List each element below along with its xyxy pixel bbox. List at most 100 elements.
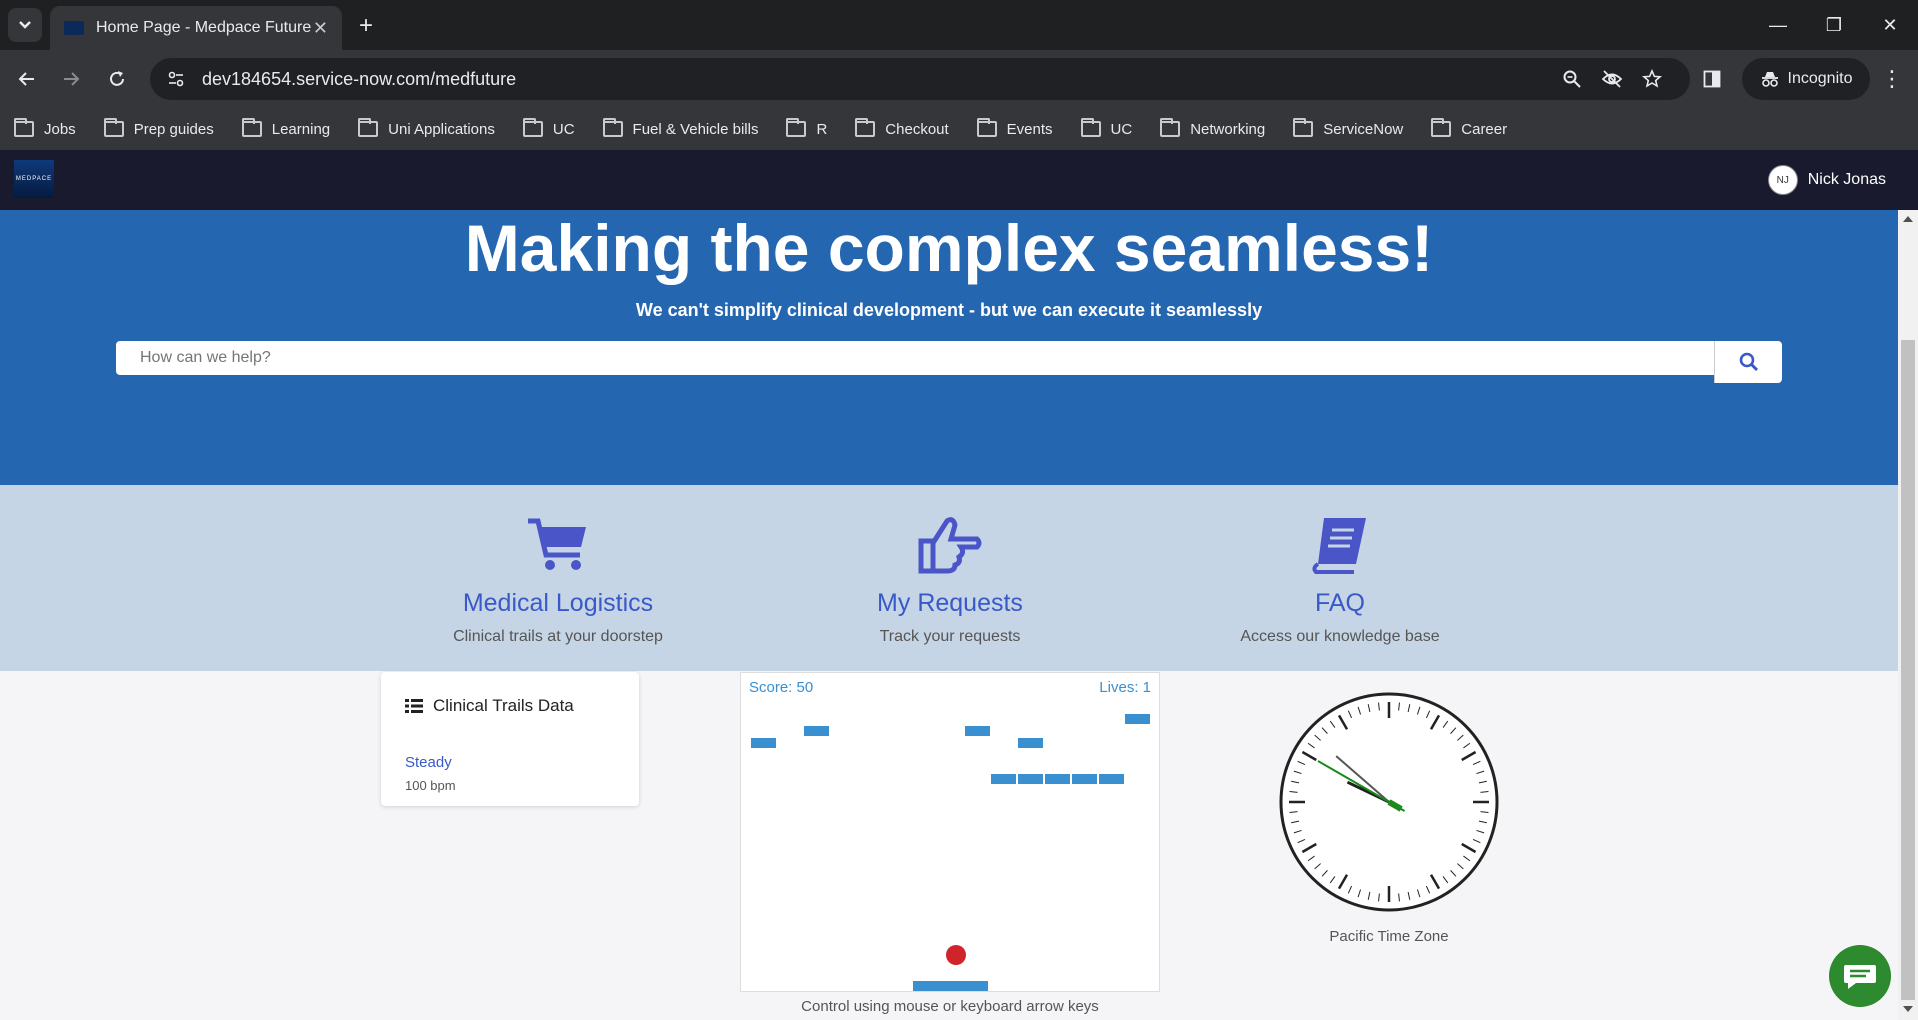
browser-tab-bar: Home Page - Medpace Future ✕ + — ❐ ✕ (0, 0, 1918, 50)
folder-icon (976, 118, 997, 137)
bookmark-item[interactable]: Events (976, 118, 1053, 138)
folder-icon (14, 118, 34, 137)
bookmark-label: Learning (271, 120, 331, 138)
bookmark-item[interactable]: Prep guides (103, 118, 214, 138)
bookmark-label: Career (1461, 120, 1508, 138)
game-brick (804, 726, 829, 736)
folder-icon (241, 118, 262, 137)
browser-tab-active[interactable]: Home Page - Medpace Future ✕ (50, 6, 342, 50)
chat-button[interactable] (1829, 945, 1891, 1007)
scroll-thumb[interactable] (1901, 340, 1915, 1000)
medpace-logo[interactable]: MEDPACE (14, 160, 54, 198)
star-icon[interactable] (1634, 58, 1670, 100)
tab-search-button[interactable] (8, 8, 42, 42)
quick-link-desc: Clinical trails at your doorstep (453, 628, 663, 645)
favicon-icon (64, 21, 84, 35)
hero-subtitle: We can't simplify clinical development -… (635, 300, 1263, 320)
search-bar (116, 341, 1782, 383)
folder-icon (103, 118, 124, 137)
game-instructions: Control using mouse or keyboard arrow ke… (801, 998, 1099, 1015)
reload-icon (110, 71, 124, 86)
restore-button[interactable]: ❐ (1814, 8, 1854, 42)
forward-button[interactable] (52, 60, 90, 98)
bookmark-label: UC (552, 120, 575, 138)
chat-bubble-icon (1844, 965, 1876, 989)
bookmark-label: Events (1006, 120, 1053, 138)
url-text: dev184654.service-now.com/medfuture (202, 68, 517, 89)
reload-button[interactable] (98, 60, 136, 98)
user-name: Nick Jonas (1807, 171, 1886, 188)
search-icon (1739, 352, 1758, 372)
incognito-button[interactable]: Incognito (1742, 58, 1870, 100)
folder-icon (602, 118, 623, 137)
bookmark-item[interactable]: Networking (1160, 118, 1265, 138)
scroll-up-arrow-icon[interactable] (1903, 216, 1913, 222)
bookmark-label: UC (1110, 120, 1133, 138)
folder-icon (1431, 118, 1452, 137)
new-tab-button[interactable]: + (352, 12, 380, 40)
bookmark-item[interactable]: Learning (241, 118, 331, 138)
folder-icon (522, 118, 543, 137)
game-paddle[interactable] (913, 981, 988, 991)
close-window-button[interactable]: ✕ (1870, 8, 1910, 42)
game-brick (751, 738, 776, 748)
bookmark-item[interactable]: UC (1080, 118, 1133, 138)
back-button[interactable] (8, 60, 46, 98)
game-brick (1018, 774, 1043, 784)
user-menu[interactable]: NJ Nick Jonas (1767, 165, 1886, 195)
quick-link-faq[interactable]: FAQ Access our knowledge base (1180, 515, 1500, 646)
site-info-icon[interactable] (164, 67, 188, 91)
search-input[interactable] (116, 341, 1714, 375)
folder-icon (786, 118, 807, 137)
menu-dots-icon[interactable]: ⋮ (1876, 58, 1908, 100)
bookmark-item[interactable]: Career (1431, 118, 1508, 138)
address-bar[interactable]: dev184654.service-now.com/medfuture (150, 58, 1690, 100)
page-title: Making the complex seamless! (464, 211, 1434, 285)
folder-icon (1080, 118, 1101, 137)
scroll-down-arrow-icon[interactable] (1903, 1006, 1913, 1012)
breakout-game[interactable]: Score: 50 Lives: 1 (740, 672, 1160, 992)
bookmark-label: Checkout (885, 120, 949, 138)
tab-title: Home Page - Medpace Future (96, 19, 312, 36)
bookmark-label: Jobs (44, 120, 76, 138)
bookmark-item[interactable]: Fuel & Vehicle bills (602, 118, 758, 138)
heart-status: Steady (405, 754, 452, 771)
folder-icon (1293, 118, 1314, 137)
folder-icon (358, 118, 379, 137)
bookmark-item[interactable]: UC (522, 118, 575, 138)
quick-link-title[interactable]: Medical Logistics (398, 589, 718, 618)
game-lives: Lives: 1 (1099, 679, 1151, 696)
bookmark-label: Prep guides (133, 120, 214, 138)
quick-links-band: Medical Logistics Clinical trails at you… (0, 485, 1898, 671)
analog-clock (1279, 692, 1499, 912)
bookmark-item[interactable]: Uni Applications (358, 118, 495, 138)
quick-link-medical-logistics[interactable]: Medical Logistics Clinical trails at you… (398, 515, 718, 646)
hero-section: Making the complex seamless! We can't si… (0, 210, 1898, 485)
eye-slash-icon[interactable] (1594, 58, 1630, 100)
search-button[interactable] (1714, 341, 1782, 383)
game-brick (1125, 714, 1150, 724)
arrow-right-icon (64, 72, 80, 86)
incognito-icon (1761, 72, 1778, 87)
bookmark-item[interactable]: Jobs (14, 118, 76, 138)
tab-close-icon[interactable]: ✕ (313, 18, 328, 39)
zoom-icon[interactable] (1554, 58, 1590, 100)
bookmark-label: R (816, 120, 828, 138)
bookmark-item[interactable]: ServiceNow (1293, 118, 1404, 138)
game-brick (991, 774, 1016, 784)
minimize-button[interactable]: — (1758, 8, 1798, 42)
bookmark-item[interactable]: Checkout (855, 118, 949, 138)
bookmarks-bar: Jobs Prep guides Learning Uni Applications U… (0, 108, 1918, 150)
quick-link-my-requests[interactable]: My Requests Track your requests (790, 515, 1110, 646)
quick-link-title[interactable]: FAQ (1180, 589, 1500, 618)
bookmark-label: ServiceNow (1323, 120, 1404, 138)
game-brick (1099, 774, 1124, 784)
game-brick (1045, 774, 1070, 784)
game-brick (965, 726, 990, 736)
app-header: MEDPACE NJ Nick Jonas (0, 150, 1918, 210)
game-brick (1018, 738, 1043, 748)
page-scrollbar[interactable] (1898, 210, 1918, 1020)
side-panel-icon[interactable] (1694, 58, 1730, 100)
quick-link-title[interactable]: My Requests (790, 589, 1110, 618)
bookmark-item[interactable]: R (786, 118, 828, 138)
